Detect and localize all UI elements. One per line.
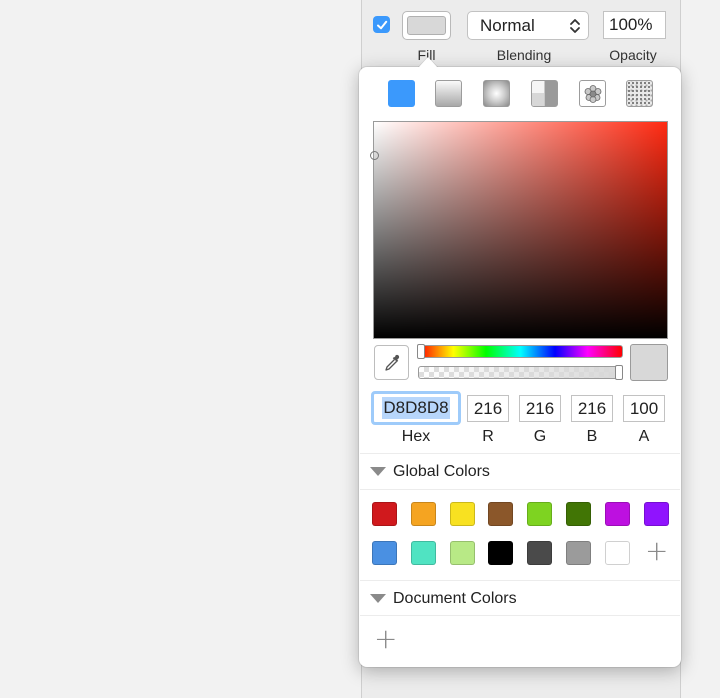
alpha-input[interactable]: 100 [623, 395, 665, 422]
eyedropper-icon [384, 354, 399, 371]
add-document-color-button[interactable]: + [374, 625, 397, 653]
noise-fill-icon[interactable] [626, 80, 653, 107]
global-color-swatch[interactable] [604, 502, 630, 526]
global-color-swatch[interactable] [527, 502, 553, 526]
color-picker-handle[interactable] [370, 151, 379, 160]
global-color-swatch[interactable] [449, 541, 475, 565]
global-color-swatch[interactable] [566, 541, 591, 565]
global-colors-title: Global Colors [393, 462, 490, 480]
red-input[interactable]: 216 [467, 395, 509, 422]
hue-slider[interactable] [418, 345, 623, 358]
global-color-swatch[interactable] [372, 541, 397, 565]
pattern-fill-icon[interactable] [579, 80, 606, 107]
hex-label: Hex [401, 428, 431, 445]
window-background [681, 0, 720, 698]
saturation-brightness-picker[interactable] [373, 121, 668, 339]
blending-value: Normal [480, 15, 535, 35]
document-colors-header[interactable]: Document Colors [360, 580, 680, 616]
blue-input[interactable]: 216 [571, 395, 613, 422]
chevron-up-down-icon [570, 19, 580, 33]
global-color-swatch[interactable] [527, 541, 553, 565]
alpha-slider-knob[interactable] [615, 365, 623, 380]
document-colors-title: Document Colors [393, 589, 517, 607]
divider [360, 615, 680, 616]
blending-label: Blending [496, 47, 552, 63]
opacity-input[interactable]: 100% [603, 11, 666, 39]
global-color-swatch[interactable] [643, 502, 669, 526]
global-color-swatch[interactable] [488, 502, 514, 526]
fill-color-well[interactable] [402, 11, 451, 40]
hex-value: D8D8D8 [382, 397, 450, 419]
alpha-slider[interactable] [418, 366, 623, 379]
divider [360, 489, 680, 490]
global-color-swatch[interactable] [449, 502, 475, 526]
red-label: R [482, 428, 494, 445]
fill-color-swatch [407, 16, 446, 35]
opacity-label: Opacity [609, 47, 657, 63]
solid-color-fill-icon[interactable] [388, 80, 415, 107]
global-color-swatch[interactable] [372, 502, 397, 526]
global-color-swatch[interactable] [410, 502, 436, 526]
color-preview [630, 344, 668, 381]
blending-select[interactable]: Normal [467, 11, 589, 40]
global-color-swatch[interactable] [604, 541, 630, 565]
disclosure-triangle-icon [370, 594, 386, 603]
global-color-swatch[interactable] [410, 541, 436, 565]
green-input[interactable]: 216 [519, 395, 561, 422]
global-color-swatch[interactable] [566, 502, 591, 526]
hue-slider-knob[interactable] [417, 344, 425, 359]
disclosure-triangle-icon [370, 467, 386, 476]
popover-arrow [418, 57, 438, 68]
hex-input[interactable]: D8D8D8 [371, 391, 461, 425]
green-label: G [533, 428, 547, 445]
radial-gradient-fill-icon[interactable] [483, 80, 510, 107]
global-color-swatch[interactable] [488, 541, 514, 565]
checkmark-icon [376, 20, 387, 29]
alpha-label: A [638, 428, 650, 445]
add-global-color-button[interactable]: + [645, 537, 668, 565]
eyedropper-button[interactable] [374, 345, 409, 380]
fill-enabled-checkbox[interactable] [373, 16, 390, 33]
linear-gradient-fill-icon[interactable] [435, 80, 462, 107]
flower-icon [584, 84, 601, 103]
canvas-area[interactable] [0, 0, 362, 698]
blue-label: B [586, 428, 598, 445]
angular-gradient-fill-icon[interactable] [531, 80, 558, 107]
global-colors-header[interactable]: Global Colors [360, 453, 680, 489]
